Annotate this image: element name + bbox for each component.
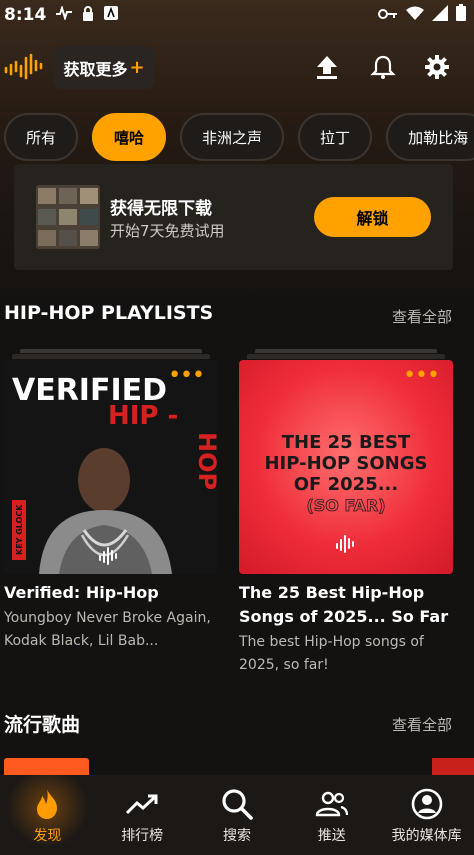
chip-latin[interactable]: 拉丁 [298,113,373,161]
activity-icon [56,4,73,24]
more-options-icon[interactable]: ••• [168,365,205,387]
search-icon [220,787,254,821]
art-line-3: OF 2025... [294,474,398,495]
wifi-icon [406,5,424,25]
card-stack-edge [20,349,202,353]
app-notification-icon [104,6,119,24]
bell-icon[interactable] [370,54,396,80]
playlist-artwork: THE 25 BEST HIP-HOP SONGS OF 2025... (SO… [239,360,453,574]
audiomack-logo[interactable] [4,52,46,82]
playlist-subtitle: The best Hip-Hop songs of 2025, so far! [239,634,424,673]
lock-icon [82,5,94,25]
genre-chips: 所有 嘻哈 非洲之声 拉丁 加勒比海 [4,113,474,161]
see-all-popular-link[interactable]: 查看全部 [392,714,452,735]
art-line-1: THE 25 BEST [282,432,411,453]
get-more-label: 获取更多 [63,59,128,79]
nav-feed[interactable]: 推送 [284,775,379,855]
chip-caribbean[interactable]: 加勒比海 [386,113,474,161]
nav-discover[interactable]: 发现 [0,775,95,855]
flame-icon [30,787,64,821]
nav-label: 推送 [317,828,346,844]
bottom-navigation: 发现 排行榜 搜索 推送 我的媒体库 [0,775,474,855]
art-line-4: (SO FAR) [306,496,385,515]
nav-label: 发现 [33,828,62,844]
gear-icon[interactable] [424,54,450,80]
section-title-playlists: HIP-HOP PLAYLISTS [4,302,214,324]
nav-label: 我的媒体库 [391,828,462,844]
nav-search[interactable]: 搜索 [190,775,285,855]
svg-text:HIP -: HIP - [108,401,178,431]
battery-icon [456,4,466,26]
promo-artwork [36,185,100,249]
nav-label: 搜索 [222,828,251,844]
plus-icon: + [129,57,145,78]
nav-label: 排行榜 [121,828,164,844]
playlist-title: The 25 Best Hip-Hop Songs of 2025... So … [239,583,449,626]
chip-afrobeats[interactable]: 非洲之声 [180,113,285,161]
chip-all[interactable]: 所有 [4,113,79,161]
card-stack-edge [255,349,437,353]
status-time: 8:14 [4,5,47,25]
top-header: 获取更多 + [0,44,474,90]
get-more-button[interactable]: 获取更多 + [54,46,154,89]
signal-icon [432,4,448,26]
people-icon [315,787,349,821]
art-line-2: HIP-HOP SONGS [264,453,427,474]
unlock-button[interactable]: 解锁 [314,197,431,237]
chip-hiphop[interactable]: 嘻哈 [92,113,167,161]
more-options-icon[interactable]: ••• [403,365,440,387]
playlist-title: Verified: Hip-Hop [4,583,159,602]
key-icon [378,5,398,25]
trending-icon [125,787,159,821]
unlimited-downloads-banner: 获得无限下载 开始7天免费试用 解锁 [14,164,453,270]
svg-text:HOP: HOP [193,432,218,490]
art-side-text: KEY GLOCK [15,504,24,555]
section-title-popular: 流行歌曲 [4,714,81,736]
card-stack-edge [247,354,445,359]
nav-library[interactable]: 我的媒体库 [379,775,474,855]
playlist-subtitle: Youngboy Never Broke Again, Kodak Black,… [4,610,211,649]
promo-title: 获得无限下载 [110,199,212,219]
account-icon [410,787,444,821]
upload-icon[interactable] [314,54,340,80]
promo-subtitle: 开始7天免费试用 [110,222,225,240]
status-bar: 8:14 [0,0,474,30]
card-stack-edge [12,354,210,359]
see-all-playlists-link[interactable]: 查看全部 [392,306,452,327]
playlist-artwork: VERIFIED HIP - HOP KEY GLOCK [4,360,218,574]
nav-charts[interactable]: 排行榜 [95,775,190,855]
